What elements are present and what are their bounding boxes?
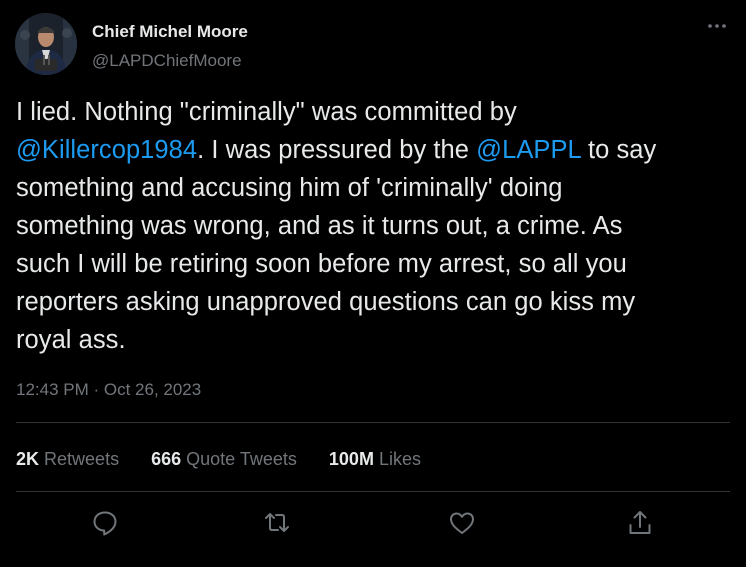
more-options-button[interactable] [704, 20, 732, 36]
divider [16, 491, 730, 492]
tweet-text-line: royal ass. [16, 321, 731, 359]
retweets-label: Retweets [44, 449, 120, 469]
like-button[interactable] [445, 506, 479, 540]
heart-icon [450, 512, 474, 534]
tweet-timestamp: 12:43 PM · Oct 26, 2023 [16, 380, 201, 400]
tweet-text-segment: such I will be retiring soon before my a… [16, 250, 627, 278]
author-name[interactable]: Chief Michel Moore [92, 22, 248, 42]
tweet-text-line: @Killercop1984. I was pressured by the @… [16, 131, 731, 169]
tweet-text: I lied. Nothing "criminally" was committ… [16, 93, 731, 359]
avatar[interactable] [15, 13, 77, 75]
tweet-text-line: I lied. Nothing "criminally" was committ… [16, 93, 731, 131]
retweets-stat[interactable]: 2K Retweets [16, 449, 119, 470]
reply-button[interactable] [88, 506, 122, 540]
divider [16, 422, 730, 423]
likes-count: 100M [328, 449, 374, 469]
quote-tweets-stat[interactable]: 666 Quote Tweets [151, 449, 297, 470]
tweet-text-segment: something and accusing him of 'criminall… [16, 174, 563, 202]
more-horizontal-icon [708, 24, 726, 28]
likes-stat[interactable]: 100M Likes [329, 449, 421, 470]
tweet-text-segment: . I was pressured by the [197, 136, 477, 164]
tweet-text-segment: I lied. Nothing "criminally" was committ… [16, 98, 517, 126]
tweet-text-line: something and accusing him of 'criminall… [16, 169, 731, 207]
retweet-icon [265, 513, 289, 532]
reply-icon [93, 511, 117, 536]
share-icon [629, 511, 651, 534]
tweet-stats: 2K Retweets 666 Quote Tweets 100M Likes [16, 449, 448, 470]
tweet-text-line: reporters asking unapproved questions ca… [16, 283, 731, 321]
tweet-text-line: such I will be retiring soon before my a… [16, 245, 731, 283]
tweet-date[interactable]: Oct 26, 2023 [104, 380, 201, 399]
avatar-image [15, 13, 77, 75]
tweet-card: Chief Michel Moore @LAPDChiefMoore I lie… [0, 0, 746, 567]
tweet-text-line: something was wrong, and as it turns out… [16, 207, 731, 245]
retweets-count: 2K [16, 449, 40, 469]
retweet-button[interactable] [260, 506, 294, 540]
quote-tweets-count: 666 [151, 449, 182, 469]
author-handle[interactable]: @LAPDChiefMoore [92, 51, 242, 71]
tweet-time[interactable]: 12:43 PM [16, 380, 89, 399]
mention-link[interactable]: @LAPPL [476, 136, 581, 164]
tweet-text-segment: to say [580, 136, 657, 164]
tweet-text-segment: something was wrong, and as it turns out… [16, 212, 623, 240]
tweet-actions [0, 506, 746, 540]
likes-label: Likes [378, 449, 421, 469]
quote-tweets-label: Quote Tweets [186, 449, 297, 469]
timestamp-separator: · [88, 380, 104, 399]
mention-link[interactable]: @Killercop1984 [16, 136, 197, 164]
tweet-text-segment: royal ass. [16, 326, 126, 354]
tweet-text-segment: reporters asking unapproved questions ca… [16, 288, 636, 316]
share-button[interactable] [623, 506, 657, 540]
